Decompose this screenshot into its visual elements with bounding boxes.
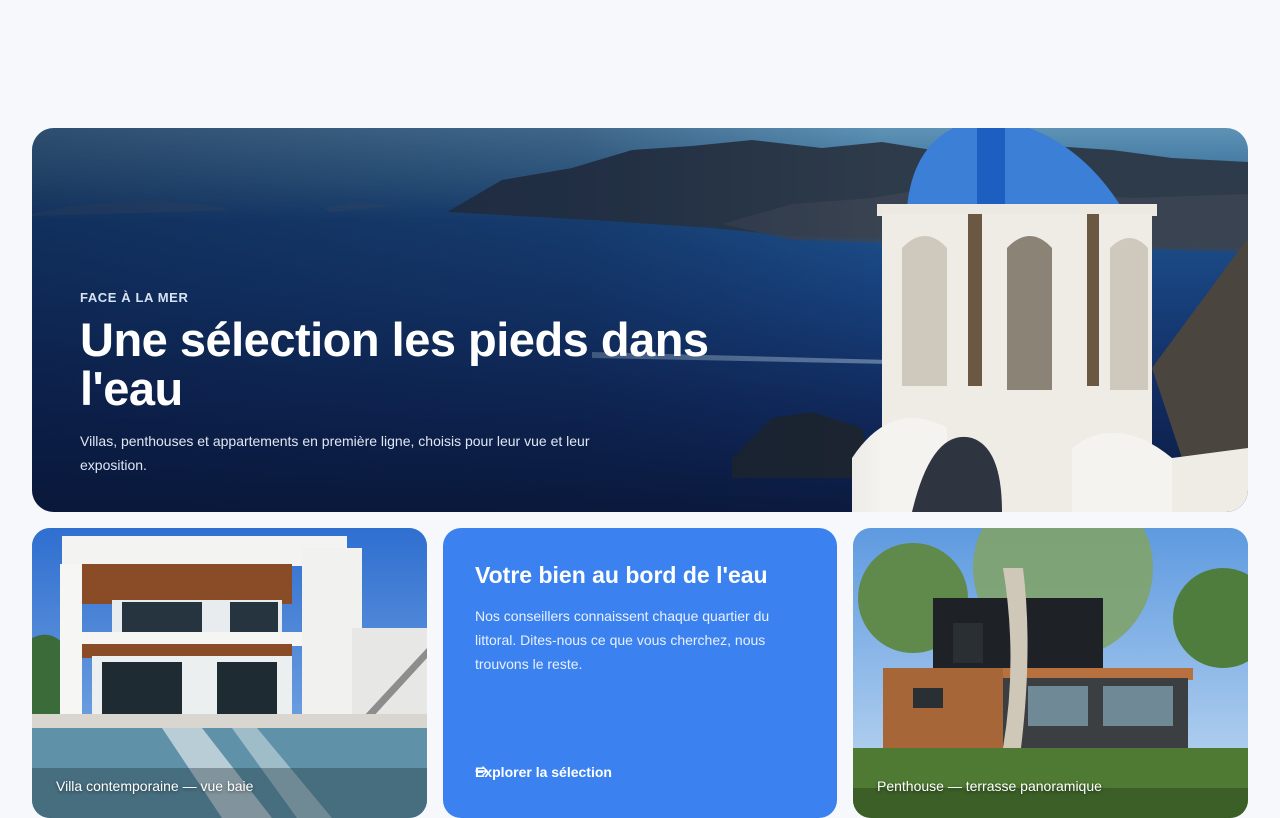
hero-text-block: FACE À LA MER Une sélection les pieds da… <box>80 290 760 477</box>
arrow-right-icon <box>475 766 488 776</box>
penthouse-caption: Penthouse — terrasse panoramique <box>877 778 1102 794</box>
hero-title: Une sélection les pieds dans l'eau <box>80 313 709 415</box>
card-penthouse[interactable]: Penthouse — terrasse panoramique <box>853 528 1248 818</box>
penthouse-photo <box>853 528 1248 818</box>
explore-selection-link[interactable]: Explorer la sélection <box>475 764 612 780</box>
hero-banner: FACE À LA MER Une sélection les pieds da… <box>32 128 1248 512</box>
cta-title: Votre bien au bord de l'eau <box>475 562 768 588</box>
cta-text: Nos conseillers connaissent chaque quart… <box>475 608 770 672</box>
hero-eyebrow: FACE À LA MER <box>80 290 189 305</box>
hero-description: Villas, penthouses et appartements en pr… <box>80 433 590 473</box>
explore-selection-label: Explorer la sélection <box>475 764 612 780</box>
villa-photo <box>32 528 427 818</box>
card-villa-contemporaine[interactable]: Villa contemporaine — vue baie <box>32 528 427 818</box>
cta-card: Votre bien au bord de l'eau Nos conseill… <box>443 528 837 818</box>
villa-caption: Villa contemporaine — vue baie <box>56 778 254 794</box>
